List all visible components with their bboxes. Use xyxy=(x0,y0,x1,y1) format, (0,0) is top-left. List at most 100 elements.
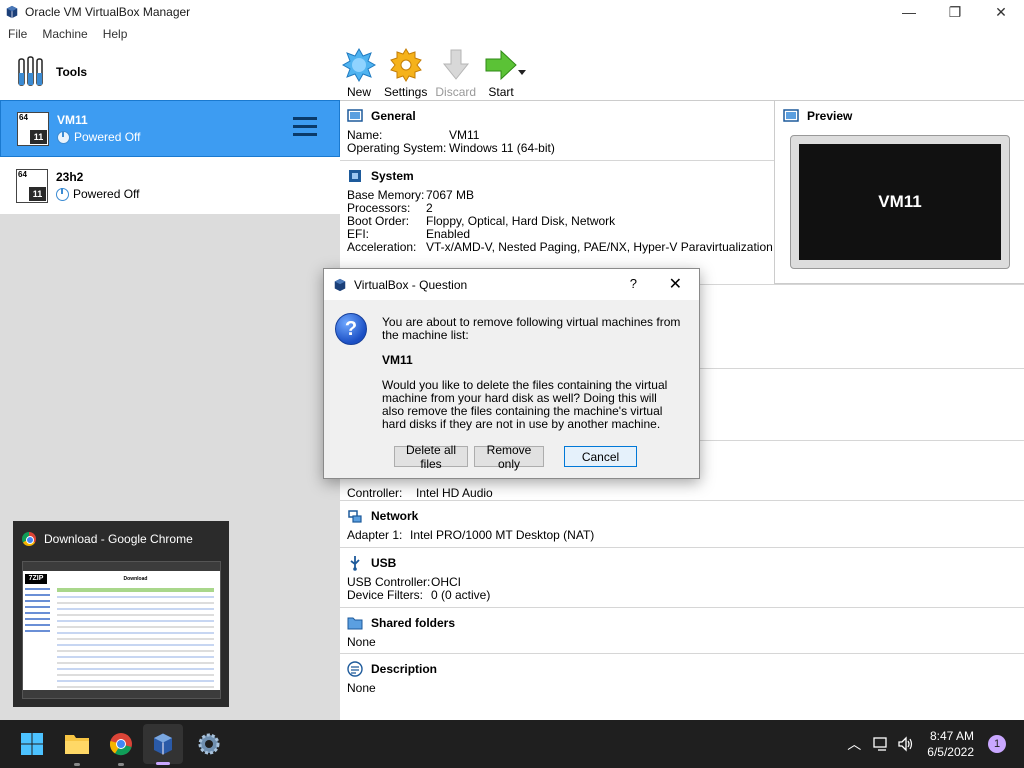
gear-icon xyxy=(389,48,422,82)
delete-all-files-button[interactable]: Delete all files xyxy=(394,443,468,471)
vm-name: 23h2 xyxy=(56,170,84,184)
volume-icon[interactable] xyxy=(897,736,915,752)
system-chip-icon xyxy=(349,170,361,182)
start-dropdown-arrow-icon[interactable] xyxy=(518,70,527,75)
details-menu-icon[interactable] xyxy=(293,117,317,139)
remove-only-button[interactable]: Remove only xyxy=(474,443,544,471)
notification-badge[interactable]: 1 xyxy=(988,735,1006,753)
gear-icon xyxy=(198,733,220,755)
general-os-value: Windows 11 (64-bit) xyxy=(449,141,555,155)
start-arrow-icon xyxy=(485,49,517,81)
preview-panel: Preview VM11 xyxy=(774,100,1024,284)
chrome-icon xyxy=(109,733,132,756)
clock-time: 8:47 AM xyxy=(929,729,974,743)
virtualbox-icon xyxy=(334,278,346,291)
powered-off-icon xyxy=(57,130,70,144)
network-title: Network xyxy=(371,509,419,523)
virtualbox-icon xyxy=(6,5,18,19)
vm-name: VM11 xyxy=(57,113,88,127)
start-menu-button[interactable] xyxy=(12,720,52,768)
shared-folders-title: Shared folders xyxy=(371,616,456,630)
dialog-help-button[interactable]: ? xyxy=(630,276,637,291)
windows11-os-icon: 64 11 xyxy=(16,168,48,203)
vm-state: Powered Off xyxy=(74,130,141,144)
taskbar-chrome[interactable] xyxy=(101,720,141,768)
network-adapter-value: Intel PRO/1000 MT Desktop (NAT) xyxy=(410,528,595,542)
show-hidden-icons-chevron-icon[interactable]: ︿ xyxy=(847,734,861,754)
system-acceleration-key: Acceleration: xyxy=(347,240,417,254)
system-acceleration-value: VT-x/AMD-V, Nested Paging, PAE/NX, Hyper… xyxy=(426,240,773,254)
cancel-button[interactable]: Cancel xyxy=(564,446,637,467)
taskbar-virtualbox[interactable] xyxy=(143,724,183,765)
vm-list-item-23h2[interactable]: 64 11 23h2 Powered Off xyxy=(0,157,340,214)
dialog-message-1: You are about to remove following virtua… xyxy=(382,315,681,342)
new-label: New xyxy=(346,85,371,99)
description-icon xyxy=(347,661,363,677)
minimize-button[interactable]: — xyxy=(886,0,932,24)
taskbar-file-explorer[interactable] xyxy=(57,720,97,768)
system-memory-value: 7067 MB xyxy=(426,188,475,202)
settings-button[interactable]: Settings xyxy=(384,44,427,100)
clock[interactable]: 8:47 AM 6/5/2022 xyxy=(927,728,974,760)
chrome-window-preview[interactable]: Download - Google Chrome 7ZIP Download xyxy=(13,521,229,707)
general-title: General xyxy=(371,109,416,123)
start-label: Start xyxy=(488,85,514,99)
discard-arrow-icon xyxy=(442,49,469,80)
start-button[interactable]: Start xyxy=(484,44,518,100)
dialog-title: VirtualBox - Question xyxy=(354,277,468,292)
clock-date: 6/5/2022 xyxy=(927,745,974,759)
general-icon xyxy=(347,109,363,122)
close-button[interactable]: ✕ xyxy=(978,0,1024,24)
system-section: System Base Memory: 7067 MB Processors: 2 … xyxy=(340,161,774,259)
folder-icon xyxy=(65,735,89,754)
menu-bar: File Machine Help xyxy=(0,24,142,44)
general-section: General Name: VM11 Operating System: Windo… xyxy=(340,101,774,161)
vm-list-item-vm11[interactable]: 64 11 VM11 Powered Off xyxy=(0,100,340,157)
thumbnail-heading: Download xyxy=(123,576,148,582)
dialog-close-button[interactable]: ✕ xyxy=(669,274,682,294)
chrome-preview-thumbnail: 7ZIP Download xyxy=(22,561,221,699)
description-value: None xyxy=(347,681,376,695)
usb-icon xyxy=(350,556,360,571)
usb-filters-key: Device Filters: xyxy=(347,588,424,602)
virtualbox-icon xyxy=(154,733,172,755)
preview-monitor-icon xyxy=(783,109,799,122)
taskbar-settings[interactable] xyxy=(189,720,229,768)
usb-title: USB xyxy=(371,556,397,570)
os-arch-badge: 64 xyxy=(19,112,28,122)
dialog-message-2: Would you like to delete the files conta… xyxy=(382,378,668,431)
network-section: Network Adapter 1: Intel PRO/1000 MT Desk… xyxy=(340,500,1024,547)
remove-vm-dialog: VirtualBox - Question ? ✕ ? You are abou… xyxy=(323,268,700,479)
network-adapter-key: Adapter 1: xyxy=(347,528,403,542)
powered-off-icon xyxy=(56,187,69,201)
description-title: Description xyxy=(371,662,438,676)
menu-machine[interactable]: Machine xyxy=(42,27,87,41)
dialog-vm-name: VM11 xyxy=(382,353,413,367)
restore-button[interactable]: ❐ xyxy=(932,0,978,24)
os-arch-badge: 64 xyxy=(18,169,27,179)
7zip-logo-icon: 7ZIP xyxy=(25,574,47,584)
description-section: Description None xyxy=(340,653,1024,720)
discard-label: Discard xyxy=(435,85,477,99)
window-title: Oracle VM VirtualBox Manager xyxy=(25,5,191,19)
usb-section: USB USB Controller: OHCI Device Filters: 0… xyxy=(340,547,1024,607)
preview-screen: VM11 xyxy=(799,144,1001,260)
os-version-badge: 11 xyxy=(29,186,46,201)
general-os-key: Operating System: xyxy=(347,141,447,155)
menu-file[interactable]: File xyxy=(8,27,27,41)
preview-frame: VM11 xyxy=(790,135,1010,269)
tools-icon xyxy=(18,56,43,86)
question-icon: ? xyxy=(335,313,367,345)
shared-folders-section: Shared folders None xyxy=(340,607,1024,653)
menu-help[interactable]: Help xyxy=(103,27,128,41)
discard-button[interactable]: Discard xyxy=(435,44,476,100)
tools-item[interactable]: Tools xyxy=(0,44,340,100)
network-icon xyxy=(348,510,362,523)
title-bar: Oracle VM VirtualBox Manager — ❐ ✕ xyxy=(0,0,1024,24)
main-toolbar: New Settings Discard Start xyxy=(340,44,1024,100)
usb-filters-value: 0 (0 active) xyxy=(431,588,491,602)
dialog-title-bar: VirtualBox - Question ? ✕ xyxy=(324,269,699,300)
shared-folders-value: None xyxy=(347,635,376,649)
new-button[interactable]: New xyxy=(342,44,376,100)
network-icon[interactable] xyxy=(873,736,891,752)
